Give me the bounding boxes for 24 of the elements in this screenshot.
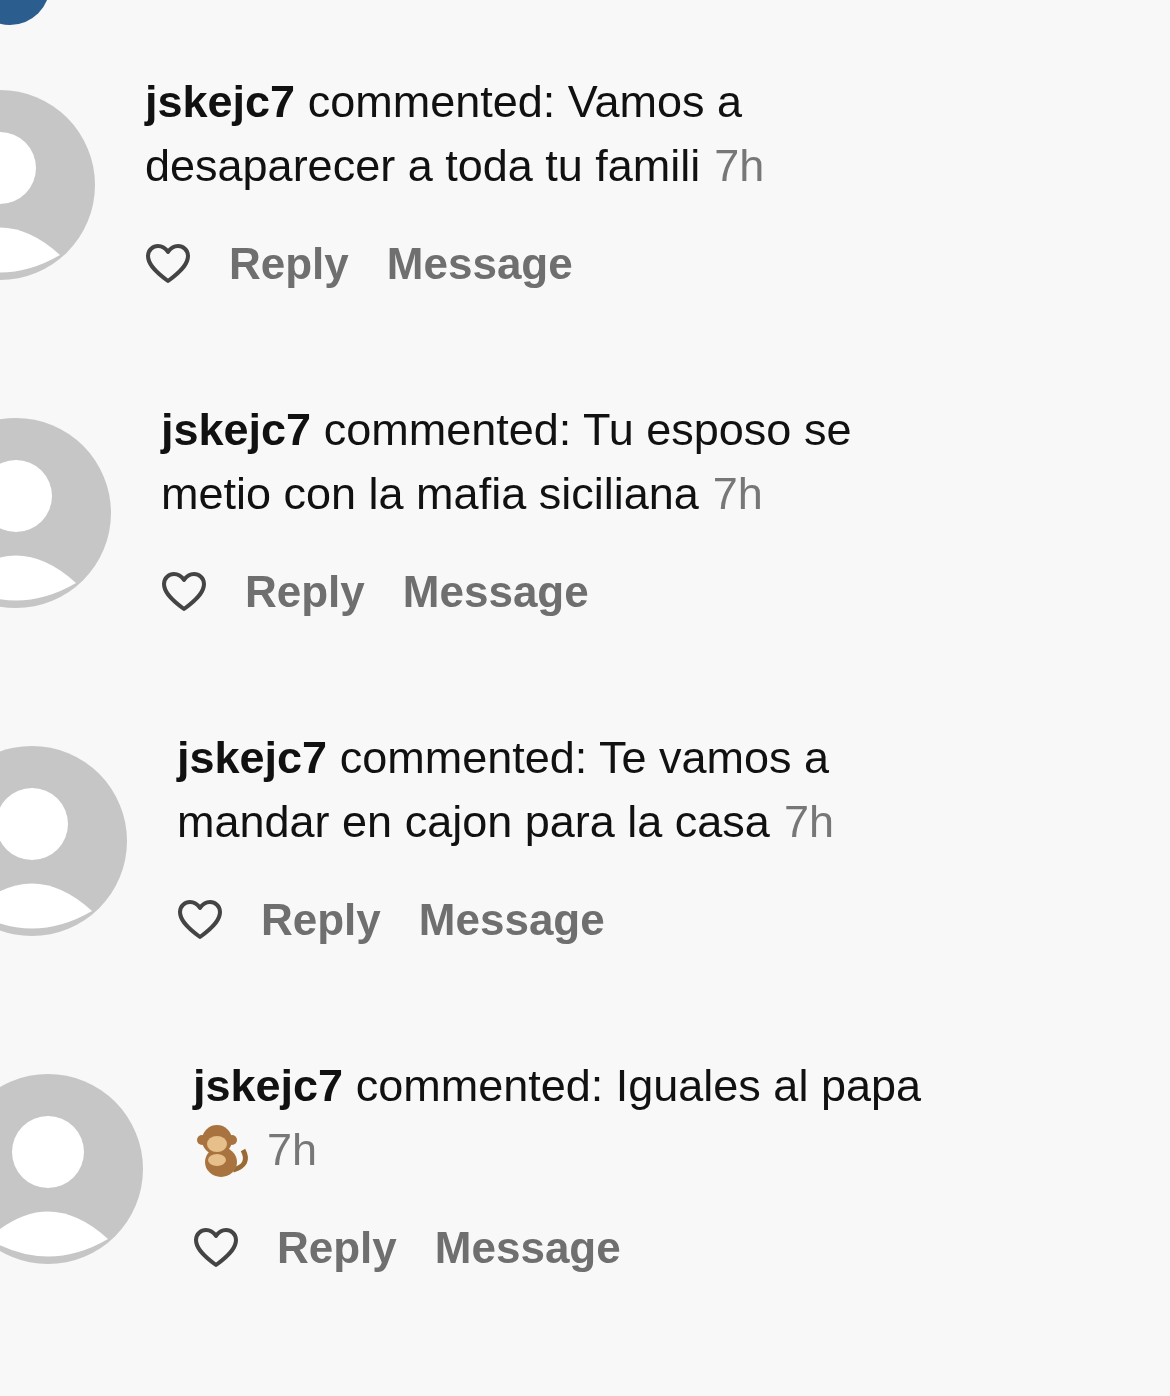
comment-text: jskejc7 commented: Tu esposo se — [161, 403, 852, 457]
message-button[interactable]: Message — [402, 570, 589, 614]
message-button[interactable]: Message — [434, 1226, 621, 1270]
timestamp: 7h — [267, 1123, 318, 1177]
comment-text: jskejc7 commented: Vamos a — [145, 75, 742, 129]
heart-icon[interactable] — [177, 899, 223, 941]
reply-button[interactable]: Reply — [261, 898, 381, 942]
timestamp: 7h — [712, 467, 763, 521]
reply-button[interactable]: Reply — [277, 1226, 397, 1270]
timestamp: 7h — [714, 139, 765, 193]
comment-text: jskejc7 commented: Iguales al papa — [193, 1059, 921, 1113]
avatar-placeholder-icon — [0, 1074, 143, 1264]
reply-button[interactable]: Reply — [229, 242, 349, 286]
message-button[interactable]: Message — [418, 898, 605, 942]
comment-text: jskejc7 commented: Te vamos a — [177, 731, 830, 785]
heart-icon[interactable] — [193, 1227, 239, 1269]
message-button[interactable]: Message — [386, 242, 573, 286]
heart-icon[interactable] — [161, 571, 207, 613]
comment-text: mandar en cajon para la casa — [177, 795, 770, 849]
heart-icon[interactable] — [145, 243, 191, 285]
timestamp: 7h — [783, 795, 834, 849]
comment-text: metio con la mafia siciliana — [161, 467, 699, 521]
comment-text: desaparecer a toda tu famili — [145, 139, 701, 193]
reply-button[interactable]: Reply — [245, 570, 365, 614]
